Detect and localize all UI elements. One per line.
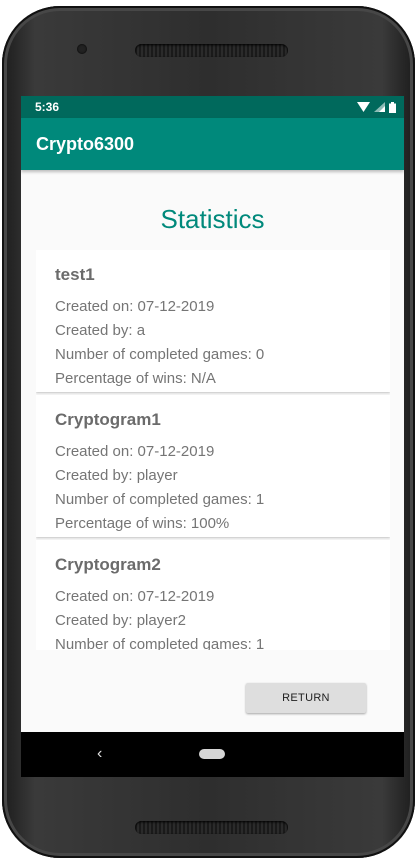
navigation-bar: ‹ [21,732,404,777]
status-time: 5:36 [35,100,60,114]
created-by-text: Created by: a [55,322,146,339]
app-title: Crypto6300 [36,133,135,154]
phone-frame: 5:36 Crypto6300 Statistics test1 Created… [2,6,415,858]
cryptogram-name: Cryptogram1 [55,410,161,429]
created-by-text: Created by: player [55,467,178,484]
main-content: Statistics test1 Created on: 07-12-2019 … [21,170,404,777]
completed-games-text: Number of completed games: 1 [55,491,265,508]
completed-games-text: Number of completed games: 0 [55,346,265,363]
stats-list[interactable]: test1 Created on: 07-12-2019 Created by:… [36,250,390,650]
stats-card: Cryptogram1 Created on: 07-12-2019 Creat… [36,395,390,537]
win-percentage-text: Percentage of wins: 100% [55,515,230,532]
stats-card: test1 Created on: 07-12-2019 Created by:… [36,250,390,392]
home-icon[interactable] [199,749,225,759]
app-bar: Crypto6300 [21,118,404,170]
completed-games-text: Number of completed games: 1 [55,636,265,650]
win-percentage-text: Percentage of wins: N/A [55,370,216,387]
signal-icon [374,102,385,112]
page-title: Statistics [160,204,265,234]
front-camera [77,44,87,54]
return-button[interactable]: RETURN [246,683,366,713]
back-icon[interactable]: ‹ [97,745,102,763]
status-bar: 5:36 [21,96,404,118]
status-icons [357,101,396,113]
wifi-icon [357,102,370,112]
created-by-text: Created by: player2 [55,612,186,629]
created-on-text: Created on: 07-12-2019 [55,588,215,605]
created-on-text: Created on: 07-12-2019 [55,298,215,315]
cryptogram-name: test1 [55,265,95,284]
created-on-text: Created on: 07-12-2019 [55,443,215,460]
device-screen: 5:36 Crypto6300 Statistics test1 Created… [21,96,404,777]
top-speaker-grille [135,44,288,57]
battery-icon [389,101,396,113]
cryptogram-name: Cryptogram2 [55,555,161,574]
bottom-speaker-grille [135,821,288,834]
stats-card: Cryptogram2 Created on: 07-12-2019 Creat… [36,540,390,650]
